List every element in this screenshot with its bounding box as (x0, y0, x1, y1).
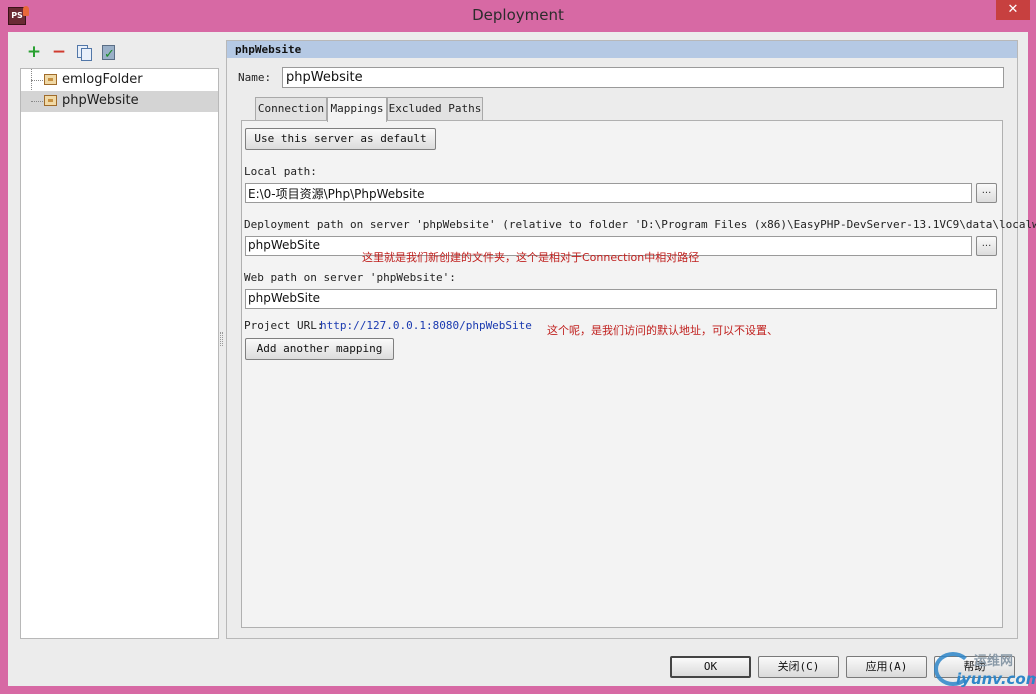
tree-branch (31, 80, 43, 81)
use-as-default-button[interactable]: Use this server as default (245, 128, 436, 150)
add-server-icon[interactable]: + (26, 44, 42, 61)
deployment-window: PS Deployment ✕ + − emlogFolder phpWebsi… (0, 0, 1036, 694)
splitter-handle[interactable] (220, 332, 223, 346)
web-path-label: Web path on server 'phpWebsite': (244, 271, 456, 284)
close-button[interactable]: 关闭(C) (758, 656, 839, 678)
tree-item-emlogfolder[interactable]: emlogFolder (21, 70, 218, 91)
dialog-body: + − emlogFolder phpWebsite phpWebsite Na… (8, 32, 1036, 686)
local-path-browse-button[interactable]: ... (976, 183, 997, 203)
tree-item-label: emlogFolder (62, 72, 143, 87)
watermark-bottom: iyunv.com (956, 670, 1036, 688)
project-url-link[interactable]: http://127.0.0.1:8080/phpWebSite (320, 319, 532, 332)
server-tree: emlogFolder phpWebsite (20, 68, 219, 639)
deployment-path-label: Deployment path on server 'phpWebsite' (… (244, 218, 1036, 231)
site-watermark: 运维网 iyunv.com (934, 650, 1036, 692)
tab-mappings[interactable]: Mappings (327, 97, 387, 122)
set-default-server-icon[interactable] (100, 44, 116, 62)
project-url-label: Project URL: (244, 319, 324, 332)
name-label: Name: (238, 71, 272, 84)
apply-button[interactable]: 应用(A) (846, 656, 927, 678)
deployment-path-browse-button[interactable]: ... (976, 236, 997, 256)
web-path-field[interactable]: phpWebSite (245, 289, 997, 309)
tab-connection[interactable]: Connection (255, 97, 327, 121)
window-title: Deployment (472, 6, 564, 24)
local-path-label: Local path: (244, 165, 317, 178)
deployment-path-annotation: 这里就是我们新创建的文件夹，这个是相对于Connection中相对路径 (362, 251, 700, 264)
tab-excluded-paths[interactable]: Excluded Paths (387, 97, 483, 121)
tree-branch (31, 101, 43, 102)
panel-header: phpWebsite (227, 41, 1017, 58)
ok-button[interactable]: OK (670, 656, 751, 678)
name-field[interactable]: phpWebsite (282, 67, 1004, 88)
mappings-tab-content: Use this server as default Local path: E… (241, 120, 1036, 628)
local-path-field[interactable]: E:\0-项目资源\Php\PhpWebsite (245, 183, 972, 203)
server-folder-icon (44, 74, 57, 85)
remove-server-icon[interactable]: − (51, 44, 67, 61)
watermark-top: 运维网 (974, 654, 1014, 669)
tree-item-phpwebsite[interactable]: phpWebsite (21, 91, 218, 112)
project-url-annotation: 这个呢，是我们访问的默认地址，可以不设置、 (547, 324, 778, 337)
server-folder-icon (44, 95, 57, 106)
window-close-button[interactable]: ✕ (996, 0, 1030, 20)
copy-server-icon[interactable] (76, 44, 92, 61)
title-bar: PS Deployment ✕ (0, 0, 1036, 32)
server-settings-panel: phpWebsite Name: phpWebsite Connection M… (226, 40, 1036, 639)
tree-item-label: phpWebsite (62, 93, 139, 108)
add-mapping-button[interactable]: Add another mapping (245, 338, 394, 360)
